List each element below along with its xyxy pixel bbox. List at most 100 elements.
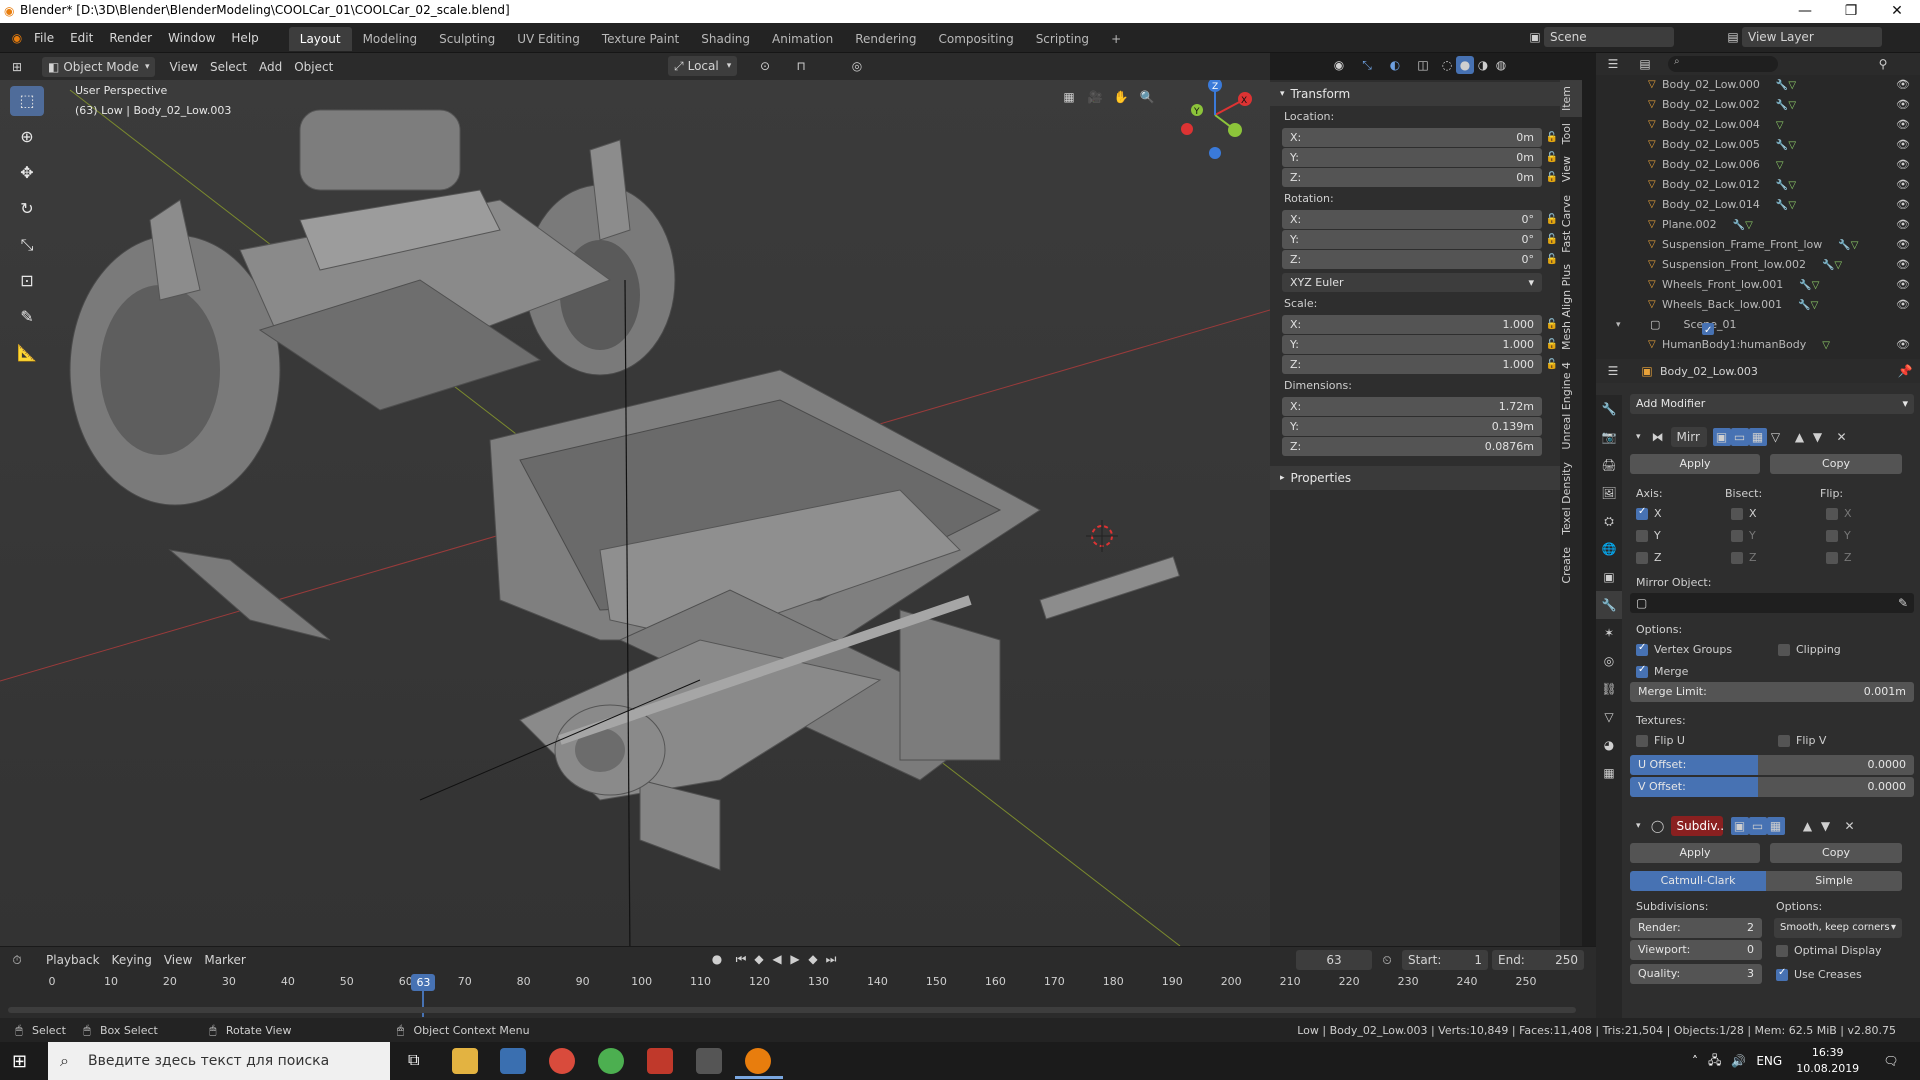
eye-icon[interactable]: 👁 — [1896, 335, 1910, 355]
subdiv-apply-button[interactable]: Apply — [1630, 843, 1760, 863]
eye-icon[interactable]: 👁 — [1896, 115, 1910, 135]
quality-field[interactable]: Quality: 3 — [1630, 964, 1762, 984]
overlay-toggle-icon[interactable]: ◐ — [1386, 56, 1404, 74]
menu-add[interactable]: Add — [253, 57, 288, 77]
eye-icon[interactable]: 👁 — [1896, 275, 1910, 295]
playhead-marker[interactable]: 63 — [411, 974, 436, 991]
list-item[interactable]: ▾ ▢ Scene_01 — [1596, 315, 1920, 341]
tab-texel-density[interactable]: Texel Density — [1560, 456, 1582, 541]
eye-icon[interactable]: 👁 — [1896, 155, 1910, 175]
list-item[interactable]: ▽ Plane.002 🔧▽ 👁 — [1596, 215, 1920, 235]
pivot-icon[interactable]: ⊙ — [756, 57, 774, 75]
filter-icon[interactable]: ⚲ — [1874, 55, 1892, 73]
dimensions-z-field[interactable]: Z: 0.0876m — [1282, 437, 1542, 456]
scene-selector[interactable]: ▣ Scene — [1526, 27, 1674, 47]
dimensions-y-field[interactable]: Y: 0.139m — [1282, 417, 1542, 436]
transform-panel-header[interactable]: ▾ Transform — [1270, 82, 1560, 106]
windows-start-icon[interactable]: ⊞ — [12, 1051, 27, 1072]
chevron-down-icon[interactable]: ▾ — [1636, 432, 1641, 442]
next-keyframe-icon[interactable]: ◆ — [804, 950, 822, 968]
list-item[interactable]: ▽ Body_02_Low.004 ▽ 👁 — [1596, 115, 1920, 135]
tab-rendering[interactable]: Rendering — [844, 27, 927, 51]
outliner-search-icon[interactable]: ⌕ — [1668, 56, 1778, 72]
play-icon[interactable]: ▶ — [786, 950, 804, 968]
end-frame-field[interactable]: End: 250 — [1492, 950, 1584, 970]
world-properties-icon[interactable]: 🌐 — [1596, 535, 1622, 563]
scale-x-field[interactable]: X: 1.000 🔓 — [1282, 315, 1558, 334]
render-levels-field[interactable]: Render: 2 — [1630, 918, 1762, 938]
v-offset-slider[interactable]: V Offset: 0.0000 — [1630, 777, 1914, 797]
chevron-down-icon[interactable]: ▾ — [1636, 821, 1641, 831]
visibility-icon[interactable]: ◉ — [1330, 56, 1348, 74]
scene-name[interactable]: Scene — [1544, 27, 1674, 47]
object-properties-icon[interactable]: ▣ — [1596, 563, 1622, 591]
task-view-icon[interactable]: ⧉ — [408, 1050, 419, 1070]
orientation-selector[interactable]: ⤢ Local ▾ — [668, 56, 738, 76]
render-toggle-icon[interactable]: ▦ — [1766, 817, 1785, 835]
frame-ruler[interactable]: 0 10 20 30 40 50 60 70 80 90 100 110 120 130 140 150 160… — [0, 973, 1596, 1017]
add-workspace-button[interactable]: + — [1100, 27, 1132, 51]
lock-icon[interactable]: 🔓 — [1546, 355, 1558, 374]
eyedropper-icon[interactable]: ✎ — [1898, 596, 1908, 610]
minimize-button[interactable]: — — [1782, 0, 1828, 23]
list-item[interactable]: ▽ Wheels_Back_low.001 🔧▽ 👁 — [1596, 295, 1920, 315]
menu-select[interactable]: Select — [204, 57, 253, 77]
tab-item[interactable]: Item — [1560, 80, 1582, 118]
maximize-button[interactable]: ❐ — [1828, 0, 1874, 23]
measure-tool-icon[interactable]: 📐 — [10, 338, 44, 368]
view-layer-selector[interactable]: ▤ View Layer — [1724, 27, 1882, 47]
lock-icon[interactable]: 🔓 — [1546, 230, 1558, 249]
pin-icon[interactable]: 📌 — [1896, 362, 1914, 380]
video-app-icon[interactable] — [696, 1048, 722, 1074]
rotate-tool-icon[interactable]: ↻ — [10, 194, 44, 224]
constraints-properties-icon[interactable]: ⛓ — [1596, 675, 1622, 703]
lock-icon[interactable]: 🔓 — [1546, 168, 1558, 187]
menu-edit[interactable]: Edit — [62, 23, 101, 53]
remove-modifier-icon[interactable]: ✕ — [1833, 428, 1851, 446]
editor-type-icon[interactable]: ☰ — [1604, 362, 1622, 380]
language-indicator[interactable]: ENG — [1756, 1054, 1782, 1068]
transform-tool-icon[interactable]: ⊡ — [10, 266, 44, 296]
menu-view[interactable]: View — [163, 57, 203, 77]
pan-view-icon[interactable]: ✋ — [1112, 88, 1130, 106]
viewport-levels-field[interactable]: Viewport: 0 — [1630, 940, 1762, 960]
scale-z-field[interactable]: Z: 1.000 🔓 — [1282, 355, 1558, 374]
subdiv-copy-button[interactable]: Copy — [1770, 843, 1902, 863]
eye-icon[interactable]: 👁 — [1896, 135, 1910, 155]
uv-smooth-dropdown[interactable]: Smooth, keep corners ▾ — [1774, 918, 1902, 938]
close-button[interactable]: ✕ — [1874, 0, 1920, 23]
bisect-y-checkbox[interactable]: Y — [1731, 529, 1826, 542]
start-frame-field[interactable]: Start: 1 — [1402, 950, 1488, 970]
menu-help[interactable]: Help — [223, 23, 266, 53]
tab-tool[interactable]: Tool — [1560, 117, 1582, 150]
tab-view[interactable]: View — [1560, 150, 1582, 188]
use-creases-checkbox[interactable]: Use Creases — [1776, 967, 1862, 981]
solid-shading-icon[interactable]: ● — [1456, 56, 1474, 74]
flip-x-checkbox[interactable]: X — [1826, 507, 1852, 520]
list-item[interactable]: ▽ Body_02_Low.005 🔧▽ 👁 — [1596, 135, 1920, 155]
scene-properties-icon[interactable]: ⛭ — [1596, 507, 1622, 535]
menu-timeline-view[interactable]: View — [158, 950, 198, 970]
lock-icon[interactable]: 🔓 — [1546, 315, 1558, 334]
taskbar-search-input[interactable]: ⌕ Введите здесь текст для поиска — [48, 1042, 390, 1080]
menu-keying[interactable]: Keying — [106, 950, 158, 970]
viewport-toggle-icon[interactable]: ▭ — [1730, 428, 1749, 446]
list-item[interactable]: ▽ Suspension_Frame_Front_low 🔧▽ 👁 — [1596, 235, 1920, 255]
proportional-edit-icon[interactable]: ◎ — [848, 57, 866, 75]
merge-checkbox[interactable]: Merge — [1636, 664, 1688, 678]
store-icon[interactable] — [500, 1048, 526, 1074]
list-item[interactable]: ▽ Body_02_Low.014 🔧▽ 👁 — [1596, 195, 1920, 215]
3d-viewport[interactable]: X Y Z User Perspective (63) Low | Body_0… — [0, 80, 1270, 946]
add-modifier-dropdown[interactable]: Add Modifier ▾ — [1630, 394, 1914, 414]
flip-u-checkbox[interactable]: Flip U — [1636, 734, 1778, 747]
eye-icon[interactable]: 👁 — [1896, 255, 1910, 275]
bisect-x-checkbox[interactable]: X — [1731, 507, 1826, 520]
record-icon[interactable]: ● — [708, 950, 726, 968]
bisect-z-checkbox[interactable]: Z — [1731, 551, 1826, 564]
eye-icon[interactable]: 👁 — [1896, 215, 1910, 235]
axis-x-checkbox[interactable]: X — [1636, 506, 1731, 520]
render-properties-icon[interactable]: 📷 — [1596, 423, 1622, 451]
eye-icon[interactable]: 👁 — [1896, 235, 1910, 255]
volume-icon[interactable]: 🔊 — [1731, 1054, 1746, 1068]
cursor-tool-icon[interactable]: ⊕ — [10, 122, 44, 152]
